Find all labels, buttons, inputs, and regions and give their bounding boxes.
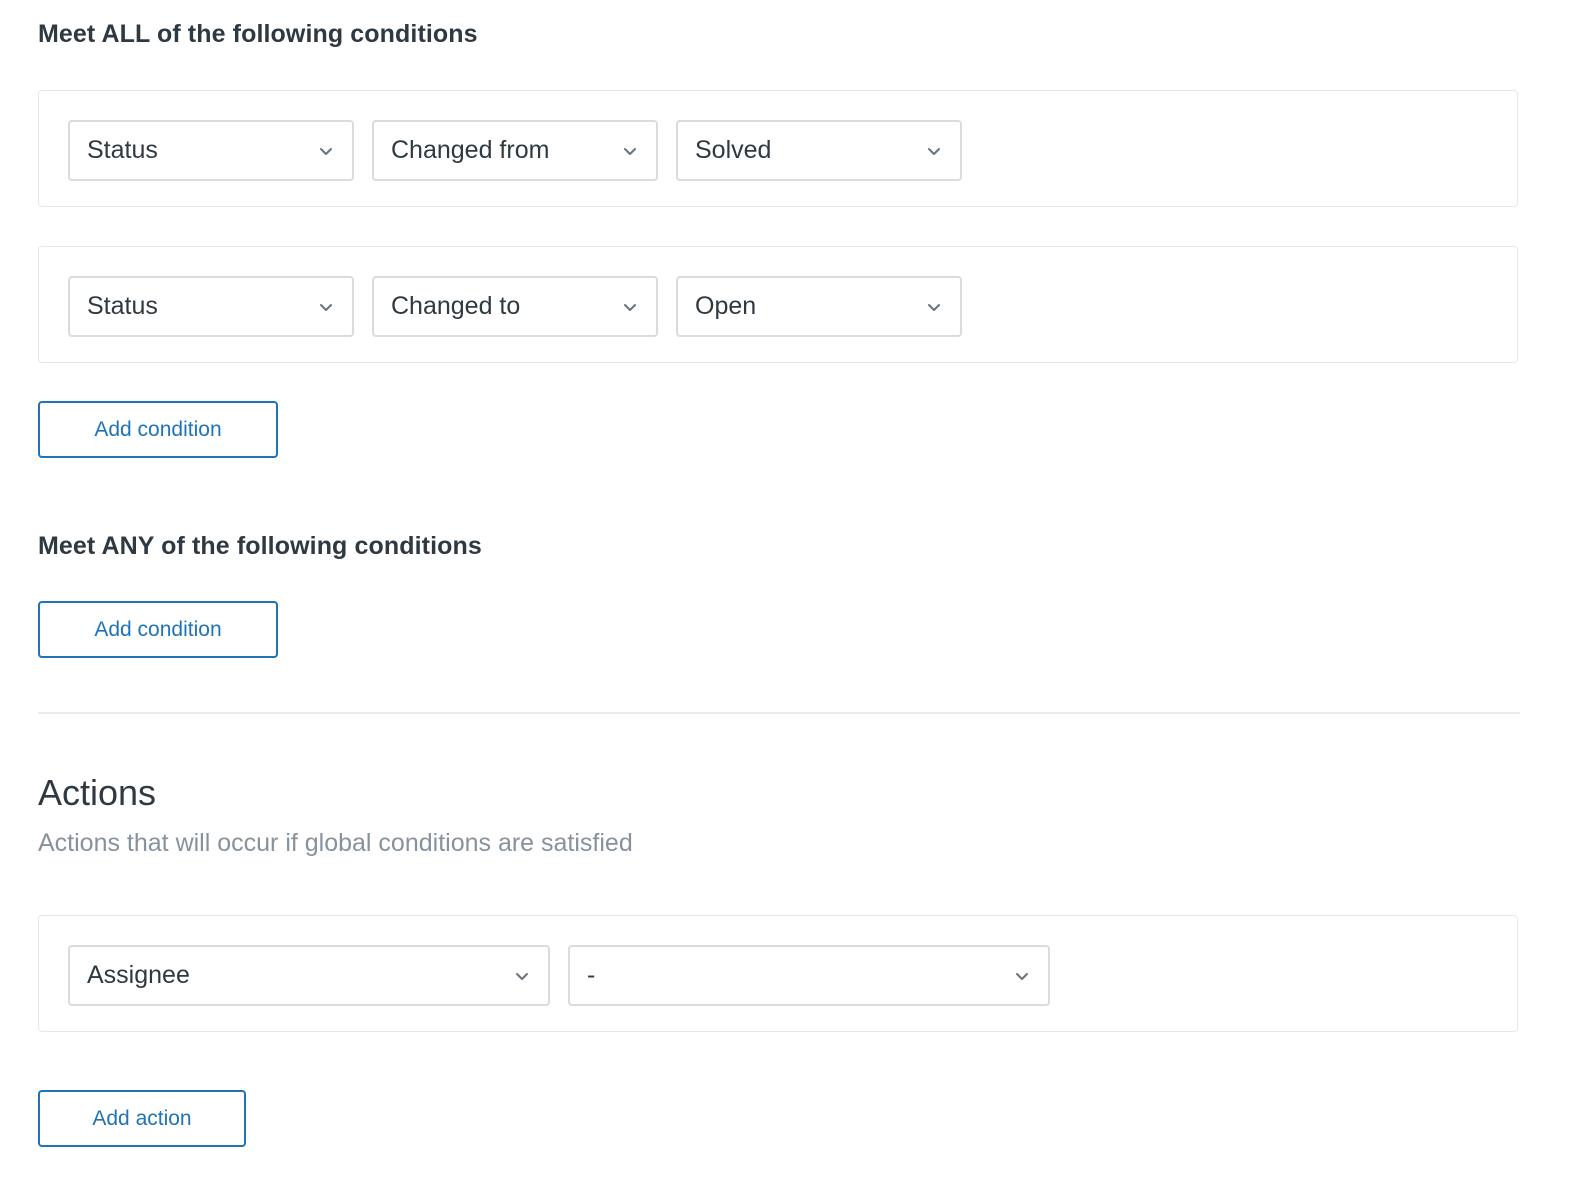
chevron-down-icon — [928, 147, 940, 155]
chevron-down-icon — [624, 303, 636, 311]
chevron-down-icon — [320, 147, 332, 155]
chevron-down-icon — [320, 303, 332, 311]
add-any-condition-button[interactable]: Add condition — [38, 601, 278, 658]
chevron-down-icon — [1016, 972, 1028, 980]
action-field-select[interactable]: Assignee — [68, 945, 550, 1006]
condition-field-select[interactable]: Status — [68, 120, 354, 181]
select-value: Solved — [695, 136, 772, 164]
action-row: Assignee - — [38, 915, 1518, 1032]
chevron-down-icon — [624, 147, 636, 155]
condition-operator-select[interactable]: Changed from — [372, 120, 658, 181]
condition-value-select[interactable]: Solved — [676, 120, 962, 181]
action-value-select[interactable]: - — [568, 945, 1050, 1006]
condition-row: Status Changed from Solved — [38, 90, 1518, 207]
condition-field-select[interactable]: Status — [68, 276, 354, 337]
add-all-condition-button[interactable]: Add condition — [38, 401, 278, 458]
select-value: - — [587, 961, 596, 989]
any-conditions-heading: Meet ANY of the following conditions — [38, 532, 482, 560]
actions-title: Actions — [38, 772, 157, 813]
add-action-button[interactable]: Add action — [38, 1090, 246, 1147]
chevron-down-icon — [928, 303, 940, 311]
actions-subtitle: Actions that will occur if global condit… — [38, 829, 633, 857]
condition-row: Status Changed to Open — [38, 246, 1518, 363]
condition-operator-select[interactable]: Changed to — [372, 276, 658, 337]
condition-value-select[interactable]: Open — [676, 276, 962, 337]
section-divider — [38, 712, 1520, 714]
select-value: Open — [695, 292, 757, 320]
select-value: Changed from — [391, 136, 550, 164]
select-value: Assignee — [87, 961, 190, 989]
select-value: Status — [87, 292, 158, 320]
select-value: Status — [87, 136, 158, 164]
all-conditions-heading: Meet ALL of the following conditions — [38, 20, 478, 48]
select-value: Changed to — [391, 292, 521, 320]
chevron-down-icon — [516, 972, 528, 980]
